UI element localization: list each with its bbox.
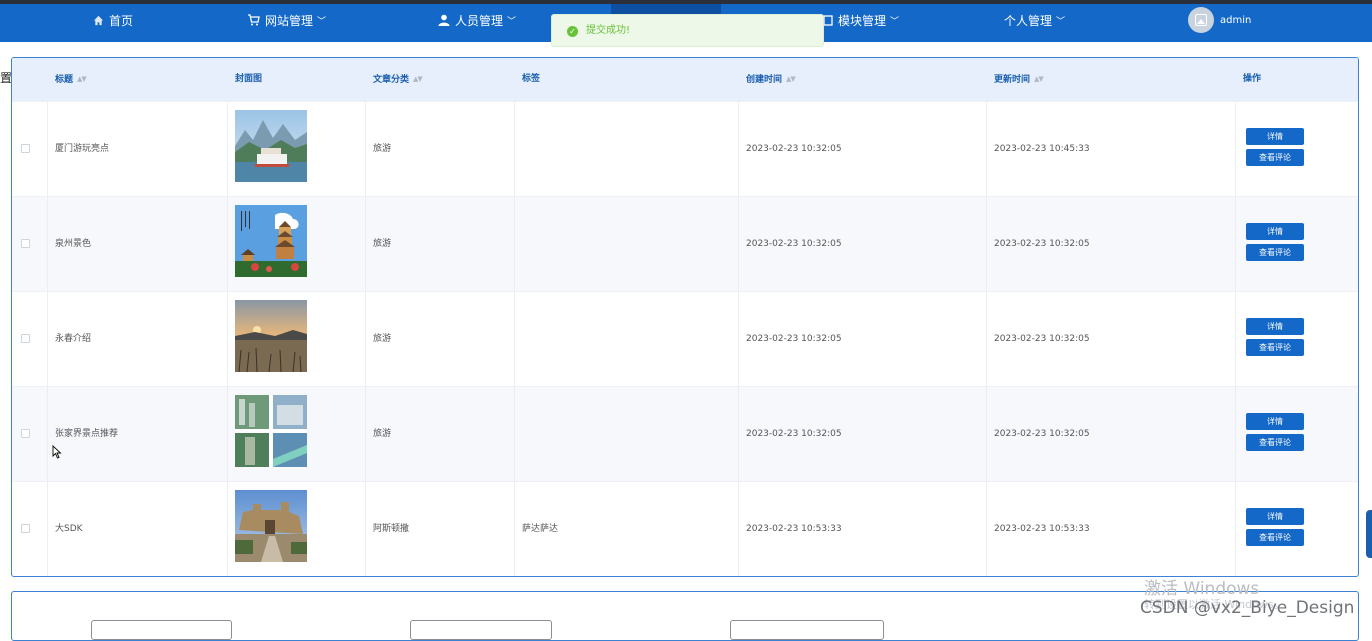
row-updated: 2023-02-23 10:45:33: [994, 144, 1090, 154]
header-category[interactable]: 文章分类 ▲▼: [373, 58, 423, 101]
view-comments-button[interactable]: 查看评论: [1246, 149, 1304, 166]
header-tags: 标签: [522, 74, 541, 84]
detail-button[interactable]: 详情: [1246, 508, 1304, 525]
cover-image: [235, 110, 307, 182]
cover-image: [235, 490, 307, 562]
table-row: 永春介绍 旅游 2023-02-23 10:32:05 2023-02-23 1…: [12, 291, 1358, 386]
column-divider: [738, 101, 739, 576]
table-row: 厦门游玩亮点 旅游 2023-02-23 10:32:05 2023-02-23…: [12, 101, 1358, 196]
form-input[interactable]: [91, 620, 232, 640]
mouse-cursor-icon: [52, 444, 62, 463]
sort-icon[interactable]: ▲▼: [413, 58, 423, 101]
username[interactable]: admin: [1220, 4, 1251, 38]
detail-button[interactable]: 详情: [1246, 413, 1304, 430]
table-row: 张家界景点推荐 旅游 2023-02-23 10:32:05 2023-02-2…: [12, 386, 1358, 481]
sort-icon[interactable]: ▲▼: [1034, 58, 1044, 101]
cover-image: [235, 205, 307, 277]
column-divider: [1235, 101, 1236, 576]
user-icon: [438, 5, 450, 39]
view-comments-button[interactable]: 查看评论: [1246, 434, 1304, 451]
home-icon: [93, 5, 104, 39]
row-category: 旅游: [373, 239, 392, 249]
nav-site-manage-label: 网站管理: [265, 14, 314, 28]
row-created: 2023-02-23 10:32:05: [746, 239, 842, 249]
row-tags: 萨达萨达: [522, 524, 559, 534]
form-input[interactable]: [730, 620, 884, 640]
cover-image: [235, 300, 307, 372]
row-updated: 2023-02-23 10:53:33: [994, 524, 1090, 534]
column-divider: [365, 101, 366, 576]
detail-button[interactable]: 详情: [1246, 223, 1304, 240]
chevron-down-icon: ﹀: [1056, 17, 1066, 27]
sort-icon[interactable]: ▲▼: [77, 58, 87, 101]
module-icon: [823, 5, 833, 39]
row-updated: 2023-02-23 10:32:05: [994, 334, 1090, 344]
row-checkbox[interactable]: [21, 334, 30, 343]
nav-active-indicator: [611, 4, 721, 14]
row-updated: 2023-02-23 10:32:05: [994, 429, 1090, 439]
row-created: 2023-02-23 10:32:05: [746, 334, 842, 344]
table-row: 泉州景色 旅游 2023-02-23 10:32:05 2023-02-23 1…: [12, 196, 1358, 291]
row-category: 阿斯顿撒: [373, 524, 410, 534]
nav-module-manage[interactable]: 模块管理 ﹀: [823, 4, 899, 42]
nav-people-manage[interactable]: 人员管理 ﹀: [438, 4, 516, 42]
row-checkbox[interactable]: [21, 239, 30, 248]
header-actions: 操作: [1243, 74, 1262, 84]
row-created: 2023-02-23 10:32:05: [746, 429, 842, 439]
csdn-watermark: CSDN @vx2_Biye_Design: [1140, 598, 1355, 618]
column-divider: [47, 101, 48, 576]
avatar[interactable]: [1188, 7, 1214, 33]
view-comments-button[interactable]: 查看评论: [1246, 339, 1304, 356]
cart-icon: [247, 5, 260, 39]
header-created[interactable]: 创建时间 ▲▼: [746, 58, 796, 101]
row-category: 旅游: [373, 144, 392, 154]
row-updated: 2023-02-23 10:32:05: [994, 239, 1090, 249]
check-circle-icon: ✓: [567, 26, 578, 37]
row-checkbox[interactable]: [21, 429, 30, 438]
chevron-down-icon: ﹀: [317, 17, 327, 27]
detail-button[interactable]: 详情: [1246, 318, 1304, 335]
nav-personal-manage[interactable]: 个人管理 ﹀: [1004, 4, 1065, 42]
success-toast: ✓ 提交成功!: [551, 14, 824, 47]
cover-image: [235, 395, 307, 467]
sort-icon[interactable]: ▲▼: [786, 58, 796, 101]
column-divider: [514, 101, 515, 576]
detail-button[interactable]: 详情: [1246, 128, 1304, 145]
nav-home-label: 首页: [109, 14, 134, 28]
table-row: 大SDK 阿斯顿撒 萨达萨达 2023-02-23 10:53:33 2023-…: [12, 481, 1358, 576]
column-divider: [986, 101, 987, 576]
row-title: 泉州景色: [55, 239, 92, 249]
view-comments-button[interactable]: 查看评论: [1246, 244, 1304, 261]
table-header: 标题 ▲▼ 封面图 文章分类 ▲▼ 标签 创建时间 ▲▼ 更新时间 ▲▼ 操作: [12, 58, 1358, 101]
row-title: 厦门游玩亮点: [55, 144, 110, 154]
column-divider: [227, 101, 228, 576]
chevron-down-icon: ﹀: [890, 17, 900, 27]
header-cover: 封面图: [235, 74, 263, 84]
article-table: 标题 ▲▼ 封面图 文章分类 ▲▼ 标签 创建时间 ▲▼ 更新时间 ▲▼ 操作 厦门游玩…: [11, 57, 1359, 577]
nav-module-manage-label: 模块管理: [838, 14, 887, 28]
nav-people-manage-label: 人员管理: [455, 14, 504, 28]
row-created: 2023-02-23 10:53:33: [746, 524, 842, 534]
row-checkbox[interactable]: [21, 524, 30, 533]
row-title: 张家界景点推荐: [55, 429, 119, 439]
header-title[interactable]: 标题 ▲▼: [55, 58, 87, 101]
toast-message: 提交成功!: [586, 25, 631, 36]
row-title: 大SDK: [55, 524, 83, 534]
side-scroll-tab[interactable]: [1366, 510, 1372, 558]
row-category: 旅游: [373, 334, 392, 344]
form-input[interactable]: [410, 620, 552, 640]
nav-personal-manage-label: 个人管理: [1004, 14, 1053, 28]
header-updated[interactable]: 更新时间 ▲▼: [994, 58, 1044, 101]
nav-home[interactable]: 首页: [93, 4, 133, 42]
chevron-down-icon: ﹀: [507, 17, 517, 27]
row-checkbox[interactable]: [21, 144, 30, 153]
nav-site-manage[interactable]: 网站管理 ﹀: [247, 4, 326, 42]
row-title: 永春介绍: [55, 334, 92, 344]
view-comments-button[interactable]: 查看评论: [1246, 529, 1304, 546]
row-created: 2023-02-23 10:32:05: [746, 144, 842, 154]
image-icon: [1195, 14, 1207, 26]
row-category: 旅游: [373, 429, 392, 439]
